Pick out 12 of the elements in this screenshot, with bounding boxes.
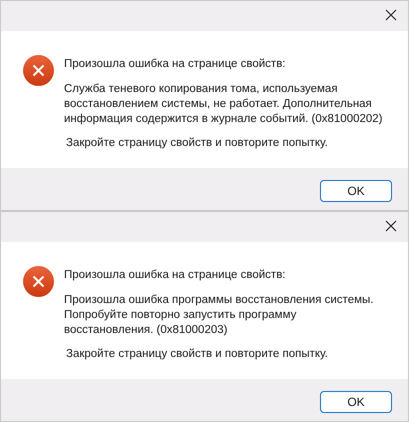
error-heading: Произошла ошибка на странице свойств: (64, 268, 286, 283)
ok-button[interactable]: OK (320, 180, 392, 202)
error-hint: Закройте страницу свойств и повторите попытку. (65, 347, 329, 362)
error-icon (23, 266, 54, 297)
error-icon (23, 55, 54, 86)
close-icon (385, 9, 397, 21)
close-icon (385, 220, 397, 232)
ok-button[interactable]: OK (320, 391, 392, 413)
error-message: Служба теневого копирования тома, используемая восстановлением системы, не работает. Дополнительная информация содержится в журнале событий. (0x81000202) (64, 82, 383, 127)
error-hint: Закройте страницу свойств и повторите попытку. (65, 136, 329, 151)
error-message: Произошла ошибка программы восстановления системы. Попробуйте повторно запустить программу восстановления. (0x81000203) (64, 293, 374, 338)
error-heading: Произошла ошибка на странице свойств: (64, 57, 286, 72)
